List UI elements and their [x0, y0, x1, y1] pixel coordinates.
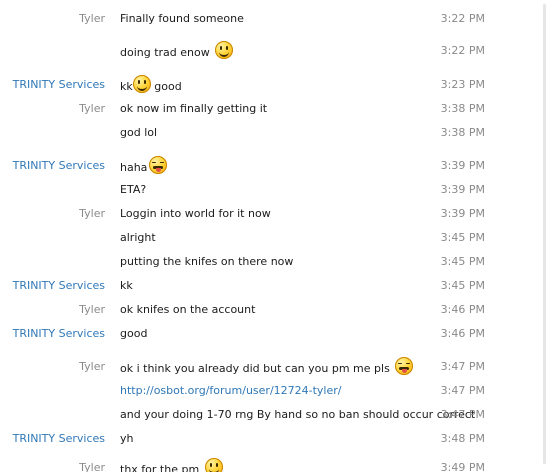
message-row: TRINITY Services good 3:46 PM [0, 323, 541, 343]
message-time: 3:38 PM [440, 126, 485, 139]
message-text: god lol [120, 126, 158, 139]
message-time: 3:39 PM [440, 207, 485, 220]
message-time: 3:39 PM [440, 183, 485, 196]
message-text: ETA? [120, 183, 147, 196]
message-row: Tyler ok i think you already did but can… [0, 356, 541, 376]
message-content: doing trad enow [120, 41, 234, 62]
message-row: putting the knifes on there now 3:45 PM [0, 251, 541, 271]
message-text: putting the knifes on there now [120, 255, 294, 268]
message-time: 3:47 PM [440, 384, 485, 397]
sender-name[interactable]: Tyler [79, 461, 105, 472]
forum-profile-link[interactable]: http://osbot.org/forum/user/12724-tyler/ [120, 384, 341, 397]
message-text: doing trad enow [120, 46, 210, 59]
message-text: ok i think you already did but can you p… [120, 362, 390, 375]
message-time: 3:47 PM [440, 408, 485, 421]
message-time: 3:47 PM [440, 360, 485, 373]
chat-history[interactable]: Tyler Finally found someone 3:22 PM doin… [0, 0, 541, 472]
message-row: Tyler Loggin into world for it now 3:39 … [0, 203, 541, 223]
tongue-out-emoji-icon [149, 156, 168, 174]
sender-name[interactable]: TRINITY Services [13, 159, 105, 172]
message-time: 3:48 PM [440, 432, 485, 445]
message-row: Tyler ok knifes on the account 3:46 PM [0, 299, 541, 319]
sender-name[interactable]: TRINITY Services [13, 327, 105, 340]
message-row: http://osbot.org/forum/user/12724-tyler/… [0, 380, 541, 400]
sender-name[interactable]: TRINITY Services [13, 279, 105, 292]
message-text: and your doing 1-70 rng By hand so no ba… [120, 408, 476, 421]
sender-name[interactable]: Tyler [79, 360, 105, 373]
message-text: thx for the pm [120, 463, 200, 472]
message-time: 3:45 PM [440, 279, 485, 292]
sender-name[interactable]: Tyler [79, 303, 105, 316]
message-row: Tyler Finally found someone 3:22 PM [0, 8, 541, 28]
message-row: Tyler ok now im finally getting it 3:38 … [0, 98, 541, 118]
message-time: 3:45 PM [440, 255, 485, 268]
message-row: and your doing 1-70 rng By hand so no ba… [0, 404, 541, 424]
message-row: TRINITY Services kk 3:45 PM [0, 275, 541, 295]
message-text: kk [120, 279, 133, 292]
message-time: 3:39 PM [440, 159, 485, 172]
message-row: TRINITY Services kk good 3:23 PM [0, 74, 541, 94]
message-time: 3:46 PM [440, 327, 485, 340]
message-row: ETA? 3:39 PM [0, 179, 541, 199]
message-row: Tyler thx for the pm 3:49 PM [0, 457, 541, 472]
message-text: ok now im finally getting it [120, 102, 268, 115]
message-row: TRINITY Services haha 3:39 PM [0, 155, 541, 175]
message-text: alright [120, 231, 156, 244]
message-time: 3:38 PM [440, 102, 485, 115]
message-content: haha [120, 156, 168, 177]
message-text: haha [120, 161, 148, 174]
tongue-out-emoji-icon [395, 357, 414, 375]
sender-name[interactable]: Tyler [79, 102, 105, 115]
smile-emoji-icon [204, 458, 223, 472]
message-time: 3:49 PM [440, 461, 485, 472]
sender-name[interactable]: Tyler [79, 12, 105, 25]
scrollbar-thumb[interactable] [543, 4, 546, 464]
message-row: TRINITY Services yh 3:48 PM [0, 428, 541, 448]
message-content: http://osbot.org/forum/user/12724-tyler/ [120, 384, 341, 397]
message-text: kk [120, 80, 133, 93]
message-row: doing trad enow 3:22 PM [0, 40, 541, 60]
sender-name[interactable]: TRINITY Services [13, 432, 105, 445]
smile-emoji-icon [132, 75, 151, 93]
message-time: 3:46 PM [440, 303, 485, 316]
message-text: Finally found someone [120, 12, 244, 25]
message-row: alright 3:45 PM [0, 227, 541, 247]
message-time: 3:22 PM [440, 44, 485, 57]
sender-name[interactable]: TRINITY Services [13, 78, 105, 91]
message-content: kk good [120, 75, 182, 96]
sender-name[interactable]: Tyler [79, 207, 105, 220]
message-text: Loggin into world for it now [120, 207, 271, 220]
message-text: good [120, 327, 148, 340]
smile-emoji-icon [215, 41, 234, 59]
message-text: good [154, 80, 182, 93]
message-text: ok knifes on the account [120, 303, 256, 316]
message-row: god lol 3:38 PM [0, 122, 541, 142]
message-content: ok i think you already did but can you p… [120, 357, 414, 378]
message-content: thx for the pm [120, 458, 223, 472]
message-text: yh [120, 432, 134, 445]
message-time: 3:45 PM [440, 231, 485, 244]
message-time: 3:22 PM [440, 12, 485, 25]
message-time: 3:23 PM [440, 78, 485, 91]
vertical-scrollbar[interactable] [541, 0, 547, 472]
